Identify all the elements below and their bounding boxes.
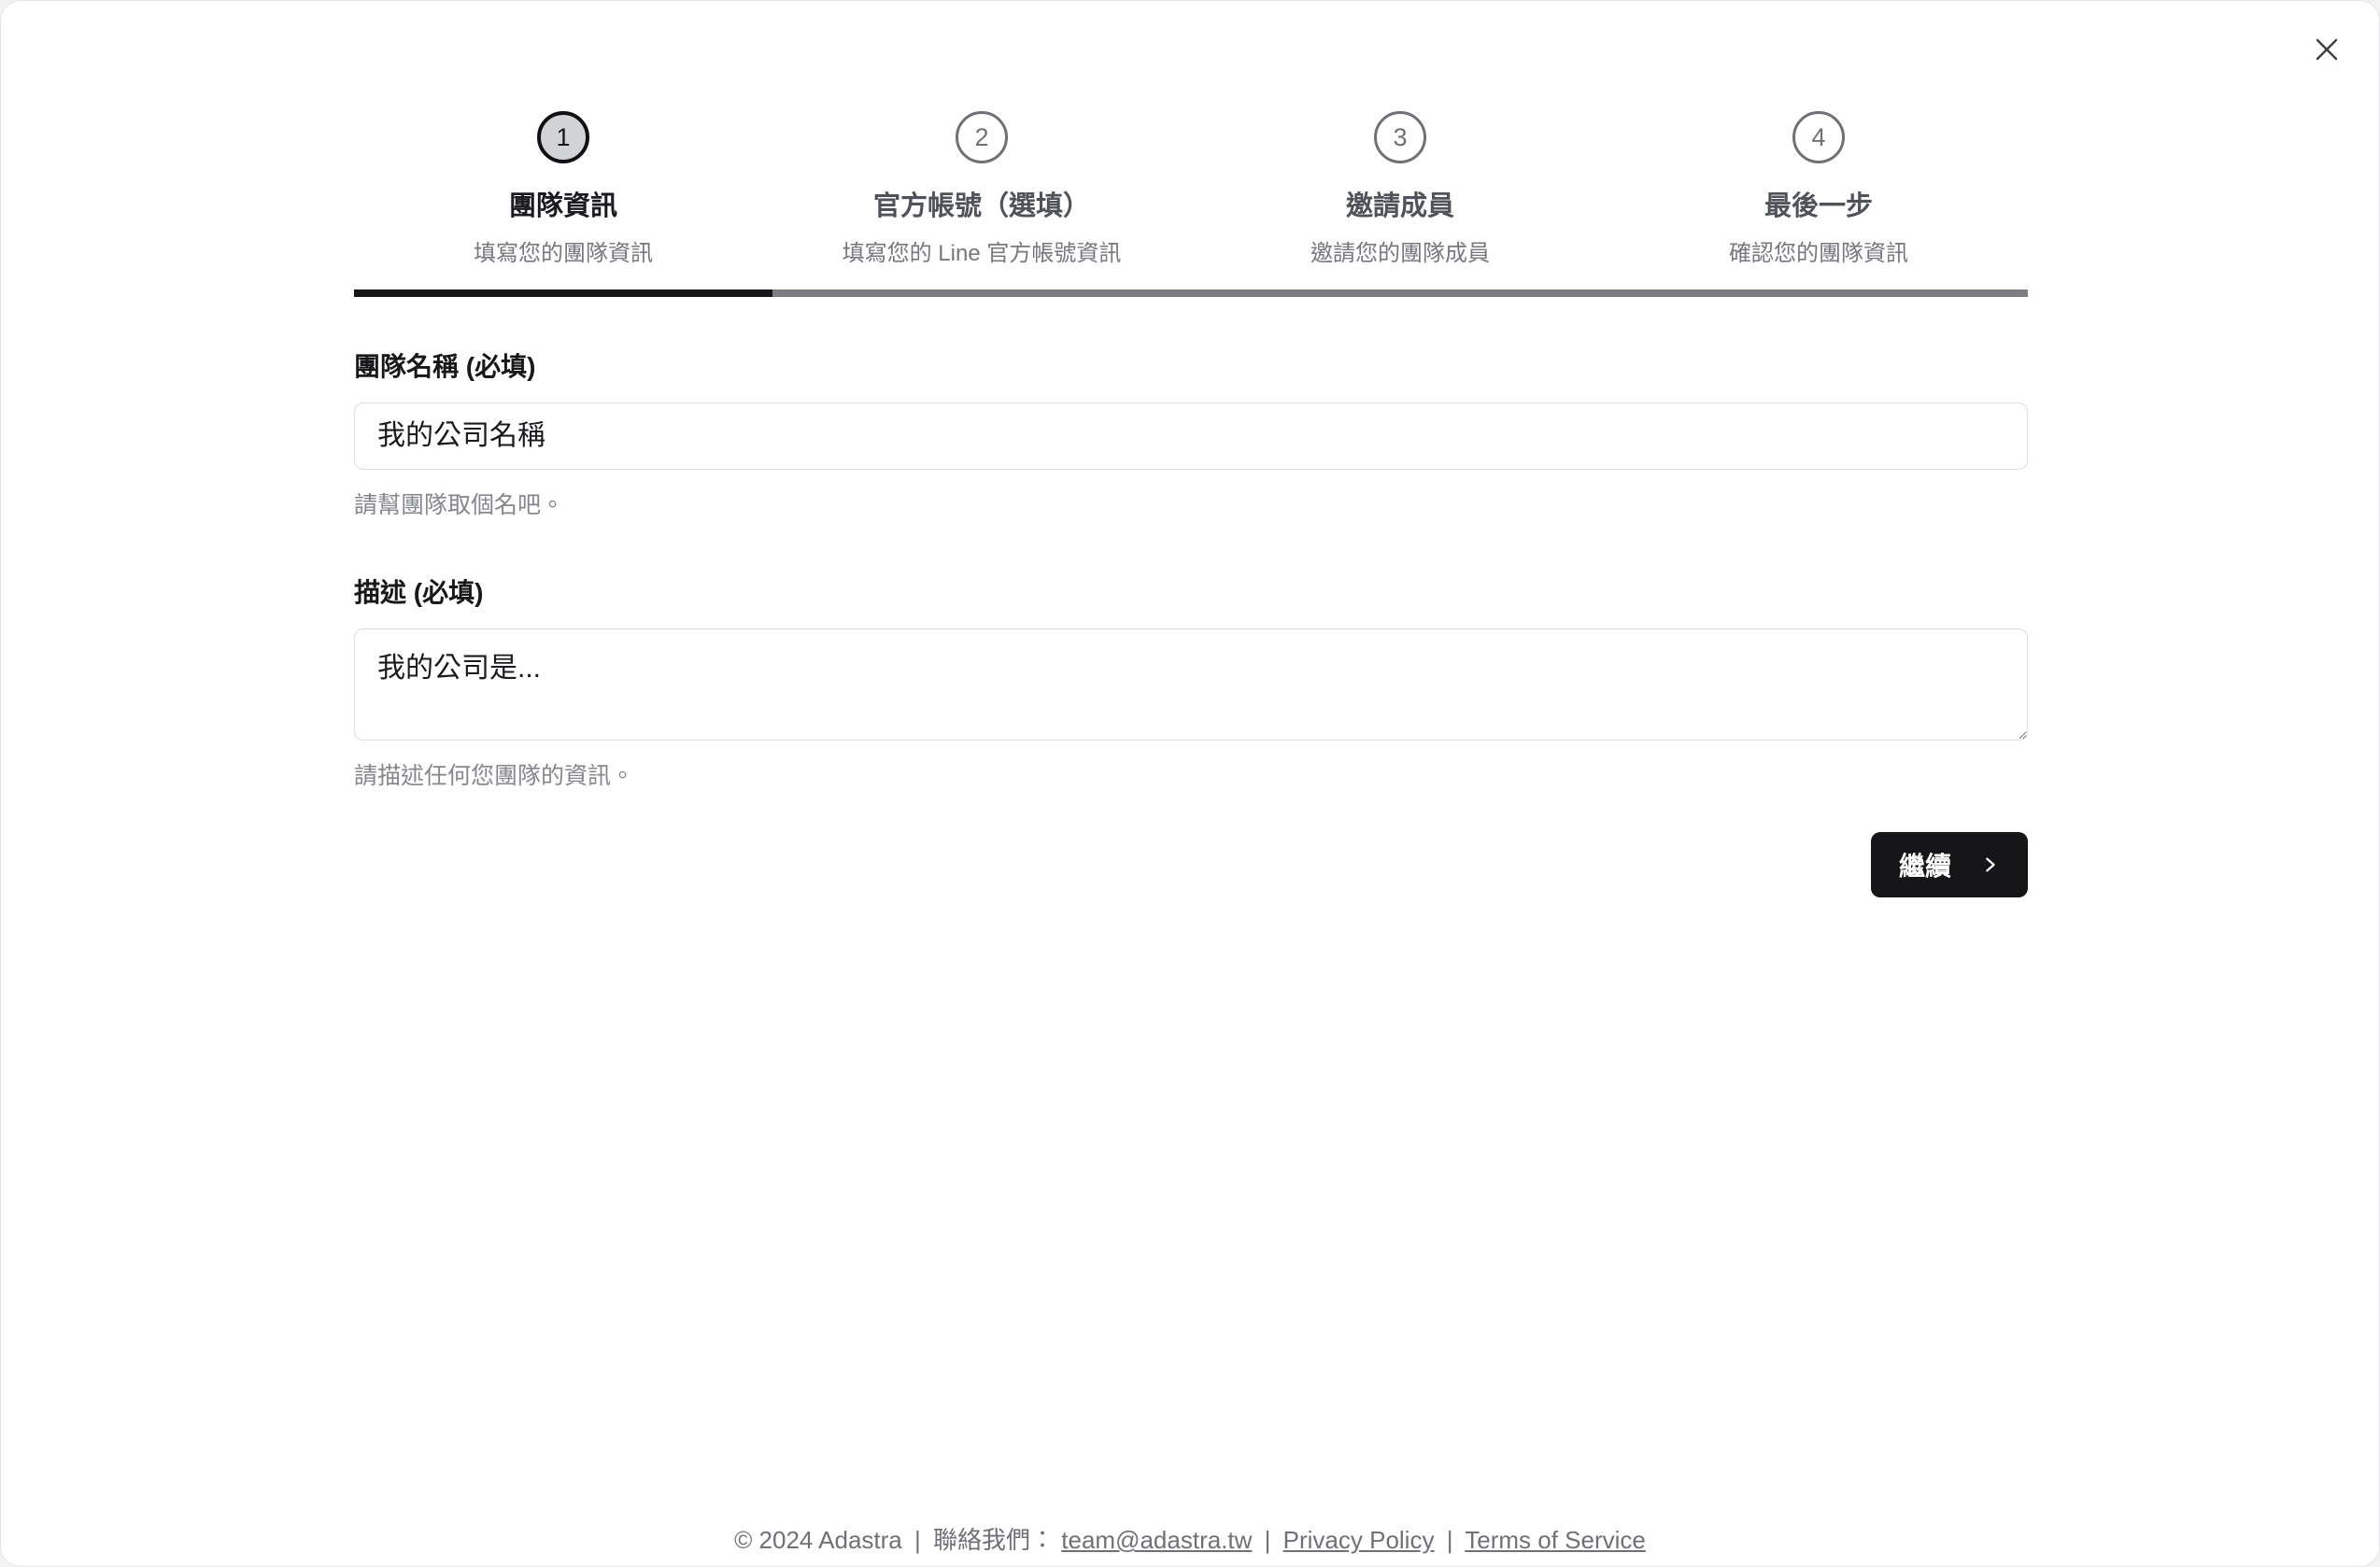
footer: © 2024 Adastra | 聯絡我們： team@adastra.tw |… — [1, 1521, 2379, 1556]
close-icon — [2313, 35, 2341, 64]
team-name-field: 團隊名稱 (必填) 請幫團隊取個名吧。 — [354, 346, 2028, 520]
step-2-number: 2 — [956, 111, 1008, 163]
stepper-step-4[interactable]: 4 最後一步 確認您的團隊資訊 — [1609, 111, 2028, 267]
footer-privacy-policy-link[interactable]: Privacy Policy — [1283, 1526, 1435, 1554]
stepper-step-1[interactable]: 1 團隊資訊 填寫您的團隊資訊 — [354, 111, 772, 267]
stepper-steps: 1 團隊資訊 填寫您的團隊資訊 2 官方帳號（選填） 填寫您的 Line 官方帳… — [354, 111, 2028, 267]
step-2-subtitle: 填寫您的 Line 官方帳號資訊 — [842, 241, 1122, 266]
description-textarea[interactable] — [354, 628, 2028, 741]
step-1-subtitle: 填寫您的團隊資訊 — [474, 241, 653, 266]
step-1-title: 團隊資訊 — [508, 191, 617, 221]
team-name-help: 請幫團隊取個名吧。 — [354, 492, 565, 518]
team-name-input[interactable] — [354, 402, 2028, 470]
footer-separator-3: | — [1446, 1526, 1453, 1554]
description-help: 請描述任何您團隊的資訊。 — [354, 763, 635, 789]
footer-separator-1: | — [914, 1526, 921, 1554]
continue-button[interactable]: 繼續 — [1870, 832, 2028, 897]
stepper-step-2[interactable]: 2 官方帳號（選填） 填寫您的 Line 官方帳號資訊 — [772, 111, 1191, 267]
chevron-right-icon — [1979, 854, 2000, 875]
step-2-title: 官方帳號（選填） — [872, 191, 1090, 221]
footer-email-link[interactable]: team@adastra.tw — [1061, 1526, 1252, 1554]
team-name-label: 團隊名稱 (必填) — [354, 352, 536, 381]
continue-button-label: 繼續 — [1898, 852, 1951, 881]
step-4-title: 最後一步 — [1764, 191, 1873, 221]
progress-bar-fill — [354, 289, 772, 297]
description-field: 描述 (必填) 請描述任何您團隊的資訊。 — [354, 572, 2028, 791]
stepper-step-3[interactable]: 3 邀請成員 邀請您的團隊成員 — [1191, 111, 1609, 267]
step-1-number: 1 — [537, 111, 589, 163]
step-3-number: 3 — [1374, 111, 1426, 163]
description-label: 描述 (必填) — [354, 578, 484, 607]
onboarding-stepper: 1 團隊資訊 填寫您的團隊資訊 2 官方帳號（選填） 填寫您的 Line 官方帳… — [354, 111, 2028, 297]
close-button[interactable] — [2301, 23, 2353, 76]
footer-separator-2: | — [1264, 1526, 1271, 1554]
form-actions: 繼續 — [354, 832, 2028, 897]
progress-bar — [354, 289, 2028, 297]
step-3-subtitle: 邀請您的團隊成員 — [1310, 241, 1490, 266]
step-4-number: 4 — [1792, 111, 1845, 163]
footer-copyright: © 2024 Adastra — [734, 1526, 902, 1554]
footer-contact-label: 聯絡我們： — [933, 1526, 1055, 1554]
onboarding-modal: 1 團隊資訊 填寫您的團隊資訊 2 官方帳號（選填） 填寫您的 Line 官方帳… — [0, 0, 2380, 1567]
team-info-form: 團隊名稱 (必填) 請幫團隊取個名吧。 描述 (必填) 請描述任何您團隊的資訊。 — [354, 346, 2028, 791]
footer-terms-of-service-link[interactable]: Terms of Service — [1465, 1526, 1646, 1554]
step-3-title: 邀請成員 — [1345, 191, 1454, 221]
step-4-subtitle: 確認您的團隊資訊 — [1729, 241, 1908, 266]
